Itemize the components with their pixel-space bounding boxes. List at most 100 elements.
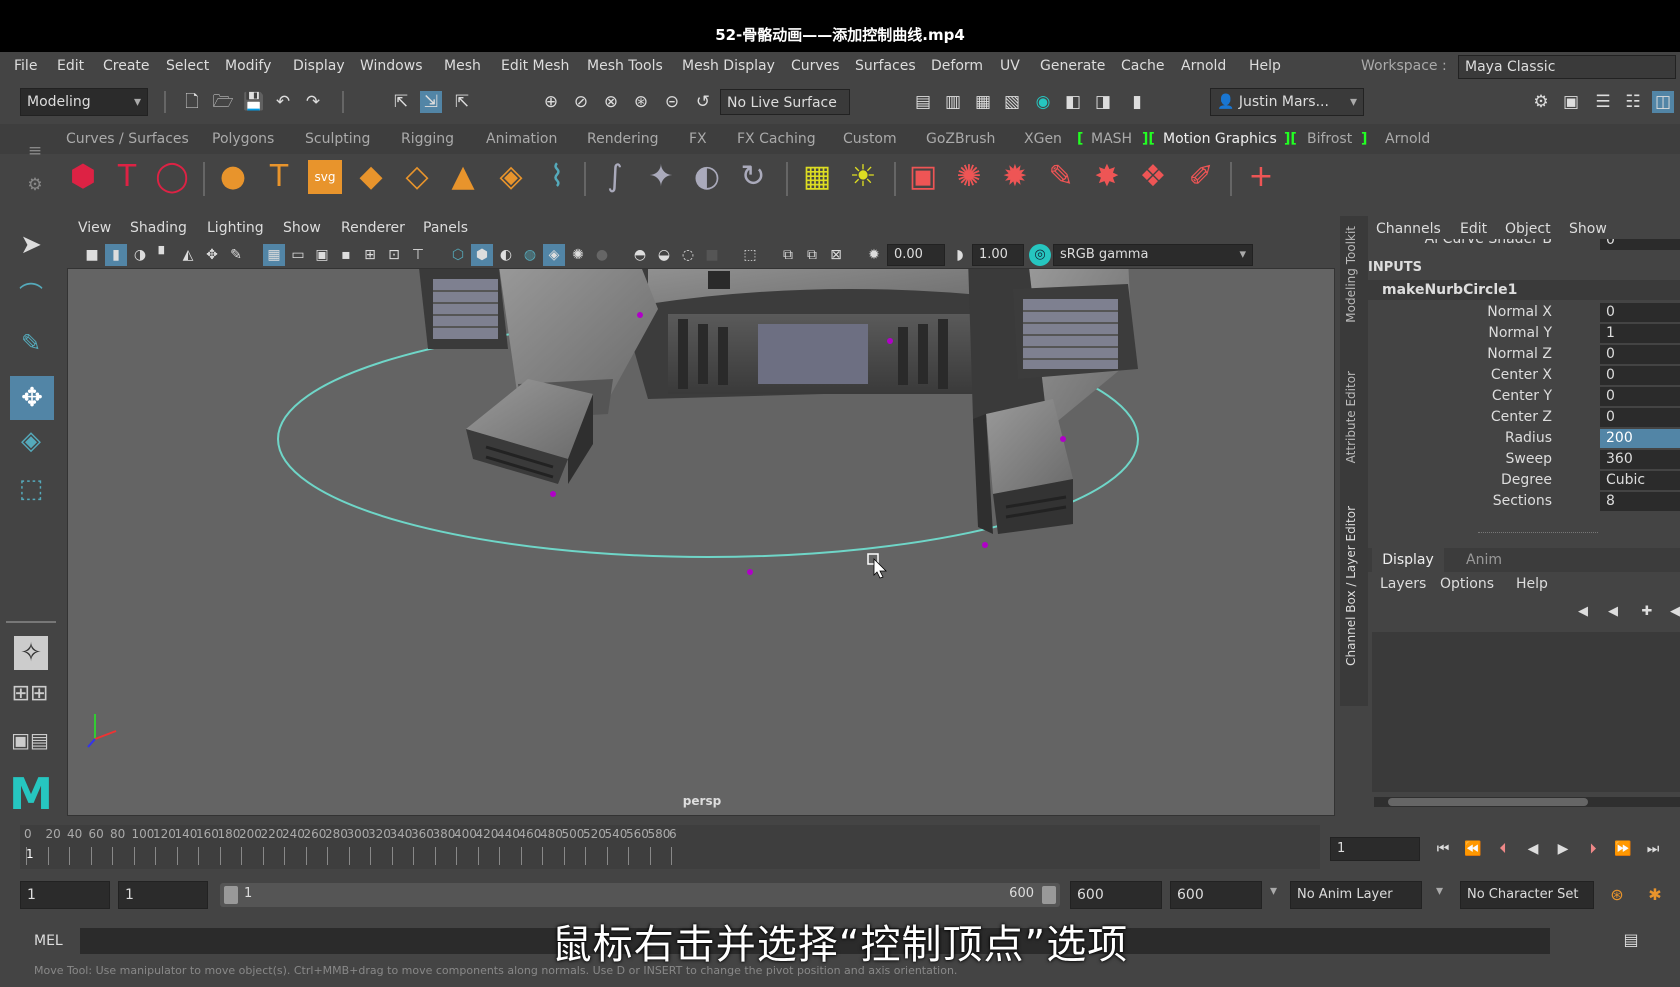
shelf-tab-mash[interactable]: MASH bbox=[1091, 131, 1132, 147]
menu-modify[interactable]: Modify bbox=[225, 58, 271, 74]
render-settings-icon[interactable]: ▧ bbox=[1001, 91, 1023, 113]
layer-menu-help[interactable]: Help bbox=[1516, 576, 1548, 592]
open-scene-icon[interactable]: 🗁 bbox=[212, 91, 234, 113]
vp-menu-view[interactable]: View bbox=[78, 220, 111, 236]
next-key-icon[interactable]: ⏵ bbox=[1582, 838, 1604, 860]
cb-row-normal-z[interactable]: Normal Z 0 bbox=[1368, 344, 1680, 365]
tab-channel-box-layer-editor[interactable]: Channel Box / Layer Editor bbox=[1344, 506, 1358, 666]
snap-view-icon[interactable]: ⊛ bbox=[630, 91, 652, 113]
layer-stack-icon[interactable]: ◈ bbox=[494, 160, 528, 194]
menu-cache[interactable]: Cache bbox=[1121, 58, 1165, 74]
menu-curves[interactable]: Curves bbox=[791, 58, 840, 74]
cb-row-degree[interactable]: Degree Cubic bbox=[1368, 470, 1680, 491]
shelf-tab-gozbrush[interactable]: GoZBrush bbox=[926, 131, 995, 147]
arnold-render-icon[interactable]: ◧ bbox=[1062, 91, 1084, 113]
shelf-tab-curves-surfaces[interactable]: Curves / Surfaces bbox=[66, 131, 189, 147]
xray-components-icon[interactable]: ⧉ bbox=[801, 244, 823, 266]
mash-brush-icon[interactable]: ✎ bbox=[1044, 160, 1078, 194]
exposure-icon[interactable]: ✹ bbox=[863, 244, 885, 266]
cb-attr-value[interactable]: Cubic bbox=[1600, 471, 1680, 490]
live-surface-field[interactable]: No Live Surface bbox=[720, 89, 850, 115]
layer-list[interactable] bbox=[1372, 632, 1680, 792]
shadows-icon[interactable]: ✺ bbox=[567, 244, 589, 266]
scale-tool-icon[interactable]: ⬚ bbox=[16, 476, 46, 508]
paint-select-icon[interactable]: ✎ bbox=[16, 331, 46, 362]
menu-help[interactable]: Help bbox=[1249, 58, 1281, 74]
outliner-icon[interactable]: ☰ bbox=[1592, 91, 1614, 113]
move-layer-down-icon[interactable]: ◀ bbox=[1602, 601, 1624, 623]
sun-light-icon[interactable]: ☀ bbox=[846, 160, 880, 194]
character-set-select[interactable]: No Character Set bbox=[1460, 881, 1594, 909]
cb-menu-channels[interactable]: Channels bbox=[1376, 221, 1441, 237]
2d-pan-icon[interactable]: ✥ bbox=[201, 244, 223, 266]
cb-attr-value[interactable]: 0 bbox=[1600, 239, 1680, 250]
backface-icon[interactable]: ⊠ bbox=[825, 244, 847, 266]
wire-on-shaded-icon[interactable]: ◐ bbox=[495, 244, 517, 266]
mash-burst-icon[interactable]: ✸ bbox=[1090, 160, 1124, 194]
play-forward-icon[interactable]: ▶ bbox=[1552, 838, 1574, 860]
menu-edit[interactable]: Edit bbox=[57, 58, 84, 74]
shelf-tab-motion-graphics[interactable]: Motion Graphics bbox=[1163, 131, 1277, 147]
color-management-icon[interactable]: ◎ bbox=[1029, 244, 1051, 266]
camera-lock-icon[interactable]: ▮ bbox=[105, 244, 127, 266]
poly-cube-icon[interactable]: ◆ bbox=[354, 160, 388, 194]
cb-attr-value-selected[interactable]: 200 bbox=[1600, 429, 1680, 448]
new-layer-icon[interactable]: ✚ bbox=[1636, 601, 1658, 623]
cb-attr-value[interactable]: 0 bbox=[1600, 303, 1680, 322]
cb-attr-value[interactable]: 0 bbox=[1600, 387, 1680, 406]
xray-icon[interactable]: ⬚ bbox=[739, 244, 761, 266]
menu-mesh-tools[interactable]: Mesh Tools bbox=[587, 58, 663, 74]
rotate-tool-icon[interactable]: ◈ bbox=[16, 428, 46, 460]
command-language[interactable]: MEL bbox=[34, 933, 63, 949]
shelf-menu-icon[interactable]: ≡ bbox=[24, 140, 46, 162]
boolean-icon[interactable]: ◐ bbox=[690, 160, 724, 194]
cb-row-sections[interactable]: Sections 8 bbox=[1368, 491, 1680, 512]
shelf-tab-arnold[interactable]: Arnold bbox=[1385, 131, 1430, 147]
select-component-icon[interactable]: ⇱ bbox=[451, 91, 473, 113]
shelf-tab-xgen[interactable]: XGen bbox=[1024, 131, 1062, 147]
layer-editor-icon[interactable]: ◫ bbox=[1652, 91, 1674, 113]
move-tool-icon[interactable]: ✥ bbox=[10, 376, 54, 420]
cb-menu-object[interactable]: Object bbox=[1505, 221, 1551, 237]
shelf-tab-animation[interactable]: Animation bbox=[486, 131, 557, 147]
range-handle-start[interactable] bbox=[224, 886, 238, 904]
ipr-render-icon[interactable]: ▦ bbox=[972, 91, 994, 113]
menu-edit-mesh[interactable]: Edit Mesh bbox=[501, 58, 569, 74]
shelf-tab-rigging[interactable]: Rigging bbox=[401, 131, 454, 147]
undo-icon[interactable]: ↶ bbox=[272, 91, 294, 113]
step-back-key-icon[interactable]: ⏪ bbox=[1462, 838, 1484, 860]
select-tool-icon[interactable]: ➤ bbox=[16, 232, 46, 264]
mash-network-icon[interactable]: ⬢ bbox=[66, 160, 100, 194]
prev-key-icon[interactable]: ⏴ bbox=[1492, 838, 1514, 860]
gamma-field[interactable]: 1.00 bbox=[972, 244, 1024, 266]
render-view-icon[interactable]: ▤ bbox=[912, 91, 934, 113]
new-layer-selected-icon[interactable]: ◀ bbox=[1664, 601, 1680, 623]
safe-action-icon[interactable]: ⊡ bbox=[383, 244, 405, 266]
chevron-down-icon[interactable]: ▾ bbox=[1436, 883, 1443, 899]
sweep-mesh-icon[interactable]: ∫ bbox=[598, 160, 632, 194]
step-forward-key-icon[interactable]: ⏩ bbox=[1612, 838, 1634, 860]
motion-blur-icon[interactable]: ◓ bbox=[629, 244, 651, 266]
shelf-tab-fx-caching[interactable]: FX Caching bbox=[737, 131, 816, 147]
poly-sphere-icon[interactable]: ● bbox=[216, 160, 250, 194]
select-object-icon[interactable]: ⇲ bbox=[420, 91, 442, 113]
poly-type-icon[interactable]: T bbox=[262, 160, 296, 194]
cb-row-radius[interactable]: Radius 200 bbox=[1368, 428, 1680, 449]
shelf-tab-polygons[interactable]: Polygons bbox=[212, 131, 274, 147]
menu-uv[interactable]: UV bbox=[1000, 58, 1020, 74]
xray-joints-icon[interactable]: ⧉ bbox=[777, 244, 799, 266]
layer-menu-options[interactable]: Options bbox=[1440, 576, 1494, 592]
cb-attr-value[interactable]: 0 bbox=[1600, 366, 1680, 385]
instancer-icon[interactable]: ✦ bbox=[644, 160, 678, 194]
cb-row-center-x[interactable]: Center X 0 bbox=[1368, 365, 1680, 386]
vp-menu-shading[interactable]: Shading bbox=[130, 220, 187, 236]
smooth-shade-icon[interactable]: ⬢ bbox=[471, 244, 493, 266]
select-hierarchy-icon[interactable]: ⇱ bbox=[390, 91, 412, 113]
tab-attribute-editor[interactable]: Attribute Editor bbox=[1344, 371, 1358, 463]
snap-point-icon[interactable]: ⊗ bbox=[600, 91, 622, 113]
panel-splitter[interactable] bbox=[1478, 532, 1598, 533]
camera-icon[interactable]: ■ bbox=[81, 244, 103, 266]
mash-cubes-icon[interactable]: ❖ bbox=[1136, 160, 1170, 194]
menu-select[interactable]: Select bbox=[166, 58, 209, 74]
channel-box-icon[interactable]: ☷ bbox=[1622, 91, 1644, 113]
